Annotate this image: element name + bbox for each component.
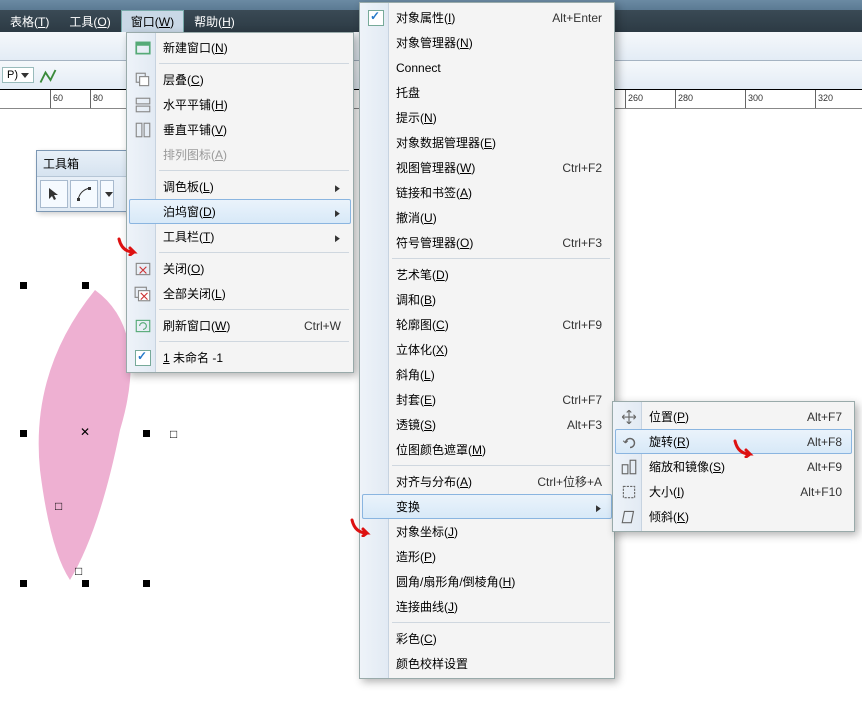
shape-tool[interactable] — [70, 180, 98, 208]
annotation-arrow-icon — [732, 438, 762, 461]
annotation-arrow-icon — [349, 517, 379, 540]
menu-align-distribute[interactable]: 对齐与分布(A)Ctrl+位移+A — [362, 469, 612, 494]
selection-handle[interactable] — [143, 580, 150, 587]
menu-skew[interactable]: 倾斜(K) — [615, 504, 852, 529]
close-icon — [134, 260, 152, 278]
menu-tray[interactable]: 托盘 — [362, 80, 612, 105]
rotate-icon — [621, 434, 639, 452]
menu-object-manager[interactable]: 对象管理器(N) — [362, 30, 612, 55]
menu-color[interactable]: 彩色(C) — [362, 626, 612, 651]
menu-tools[interactable]: 工具(O) — [59, 10, 120, 33]
refresh-icon — [134, 317, 152, 335]
menu-refresh[interactable]: 刷新窗口(W) Ctrl+W — [129, 313, 351, 338]
check-icon — [134, 349, 152, 367]
selection-handle[interactable] — [82, 282, 89, 289]
selection-handle[interactable] — [143, 430, 150, 437]
tile-v-icon — [134, 121, 152, 139]
node-marker: □ — [170, 428, 177, 442]
menu-arrange-icons: 排列图标(A) — [129, 142, 351, 167]
menu-extrude[interactable]: 立体化(X) — [362, 337, 612, 362]
selection-handle[interactable] — [20, 430, 27, 437]
selection-handle[interactable] — [20, 580, 27, 587]
menu-window[interactable]: 窗口(W) — [121, 10, 184, 33]
node-marker: □ — [75, 565, 82, 579]
node-marker: □ — [55, 500, 62, 514]
menu-new-window[interactable]: 新建窗口(N) — [129, 35, 351, 60]
menu-artistic-media[interactable]: 艺术笔(D) — [362, 262, 612, 287]
menu-symbol-manager[interactable]: 符号管理器(O)Ctrl+F3 — [362, 230, 612, 255]
menu-help[interactable]: 帮助(H) — [184, 10, 245, 33]
units-value: P) — [7, 69, 18, 81]
menu-bitmap-mask[interactable]: 位图颜色遮罩(M) — [362, 437, 612, 462]
menu-document-1[interactable]: 1 未命名 -1 — [129, 345, 351, 370]
menu-lens[interactable]: 透镜(S)Alt+F3 — [362, 412, 612, 437]
pick-tool[interactable] — [40, 180, 68, 208]
menu-blend[interactable]: 调和(B) — [362, 287, 612, 312]
selection-handle[interactable] — [82, 580, 89, 587]
menu-shaping[interactable]: 造形(P) — [362, 544, 612, 569]
menu-hints[interactable]: 提示(N) — [362, 105, 612, 130]
menu-cascade[interactable]: 层叠(C) — [129, 67, 351, 92]
menu-tables[interactable]: 表格(T) — [0, 10, 59, 33]
transform-menu-panel: 位置(P) Alt+F7 旋转(R) Alt+F8 缩放和镜像(S) Alt+F… — [612, 401, 855, 532]
menu-dockers[interactable]: 泊坞窗(D) — [129, 199, 351, 224]
size-icon — [620, 483, 638, 501]
units-dropdown[interactable]: P) — [2, 67, 34, 83]
menu-size[interactable]: 大小(I) Alt+F10 — [615, 479, 852, 504]
menu-view-manager[interactable]: 视图管理器(W)Ctrl+F2 — [362, 155, 612, 180]
tool-flyout[interactable] — [100, 180, 114, 208]
tile-h-icon — [134, 96, 152, 114]
snap-icon[interactable] — [38, 65, 58, 85]
menu-close[interactable]: 关闭(O) — [129, 256, 351, 281]
menu-connect[interactable]: Connect — [362, 55, 612, 80]
dropdown-arrow-icon — [21, 73, 29, 78]
scale-icon — [620, 458, 638, 476]
menu-close-all[interactable]: 全部关闭(L) — [129, 281, 351, 306]
menu-object-properties[interactable]: 对象属性(I) Alt+Enter — [362, 5, 612, 30]
new-window-icon — [134, 39, 152, 57]
toolbox-panel[interactable]: 工具箱 — [36, 150, 130, 212]
annotation-arrow-icon — [116, 236, 146, 259]
menu-join-curves[interactable]: 连接曲线(J) — [362, 594, 612, 619]
center-marker: ✕ — [80, 425, 90, 440]
menu-tile-horizontal[interactable]: 水平平铺(H) — [129, 92, 351, 117]
toolbox-title: 工具箱 — [37, 151, 129, 177]
menu-object-data[interactable]: 对象数据管理器(E) — [362, 130, 612, 155]
menu-fillet[interactable]: 圆角/扇形角/倒棱角(H) — [362, 569, 612, 594]
menu-color-proof[interactable]: 颜色校样设置 — [362, 651, 612, 676]
dockers-menu-panel: 对象属性(I) Alt+Enter 对象管理器(N) Connect 托盘 提示… — [359, 2, 615, 679]
check-icon — [367, 9, 385, 27]
position-icon — [620, 408, 638, 426]
menu-position[interactable]: 位置(P) Alt+F7 — [615, 404, 852, 429]
menu-object-coords[interactable]: 对象坐标(J) — [362, 519, 612, 544]
menu-palette[interactable]: 调色板(L) — [129, 174, 351, 199]
menu-toolbars[interactable]: 工具栏(T) — [129, 224, 351, 249]
window-menu-panel: 新建窗口(N) 层叠(C) 水平平铺(H) 垂直平铺(V) 排列图标(A) 调色… — [126, 32, 354, 373]
menu-tile-vertical[interactable]: 垂直平铺(V) — [129, 117, 351, 142]
menu-transform[interactable]: 变换 — [362, 494, 612, 519]
menu-links-bookmarks[interactable]: 链接和书签(A) — [362, 180, 612, 205]
cascade-icon — [134, 71, 152, 89]
menu-undo[interactable]: 撤消(U) — [362, 205, 612, 230]
close-all-icon — [134, 285, 152, 303]
menu-bevel[interactable]: 斜角(L) — [362, 362, 612, 387]
menu-envelope[interactable]: 封套(E)Ctrl+F7 — [362, 387, 612, 412]
selection-handle[interactable] — [20, 282, 27, 289]
menu-contour[interactable]: 轮廓图(C)Ctrl+F9 — [362, 312, 612, 337]
skew-icon — [620, 508, 638, 526]
